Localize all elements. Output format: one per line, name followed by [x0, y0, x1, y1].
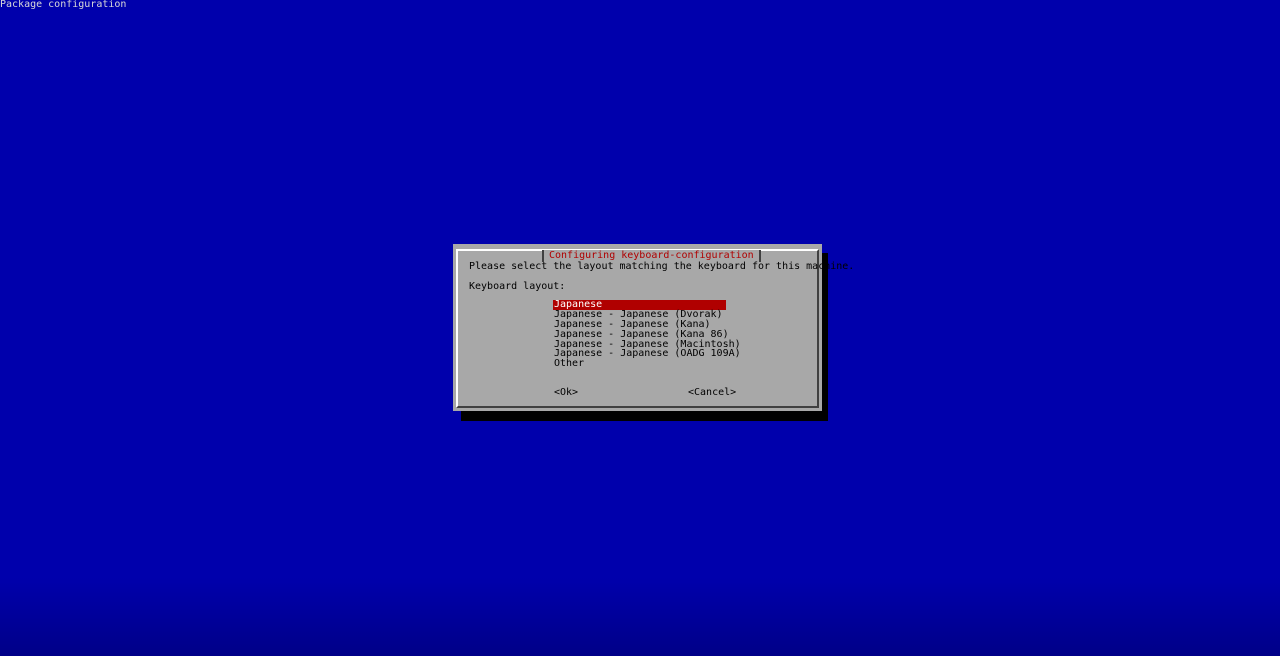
- dialog-prompt: Please select the layout matching the ke…: [469, 261, 855, 272]
- ok-button[interactable]: <Ok>: [554, 388, 578, 398]
- dialog-frame: Configuring keyboard-configuration Pleas…: [456, 249, 854, 408]
- keyboard-layout-list[interactable]: Japanese Japanese - Japanese (Dvorak) Ja…: [553, 300, 741, 369]
- config-dialog: Configuring keyboard-configuration Pleas…: [453, 244, 854, 411]
- list-item[interactable]: Other: [553, 359, 726, 369]
- keyboard-layout-label: Keyboard layout:: [469, 281, 566, 292]
- backtitle: Package configuration: [0, 0, 127, 10]
- terminal-screen: Package configuration Configuring keyboa…: [0, 0, 1280, 656]
- cancel-button[interactable]: <Cancel>: [688, 388, 736, 398]
